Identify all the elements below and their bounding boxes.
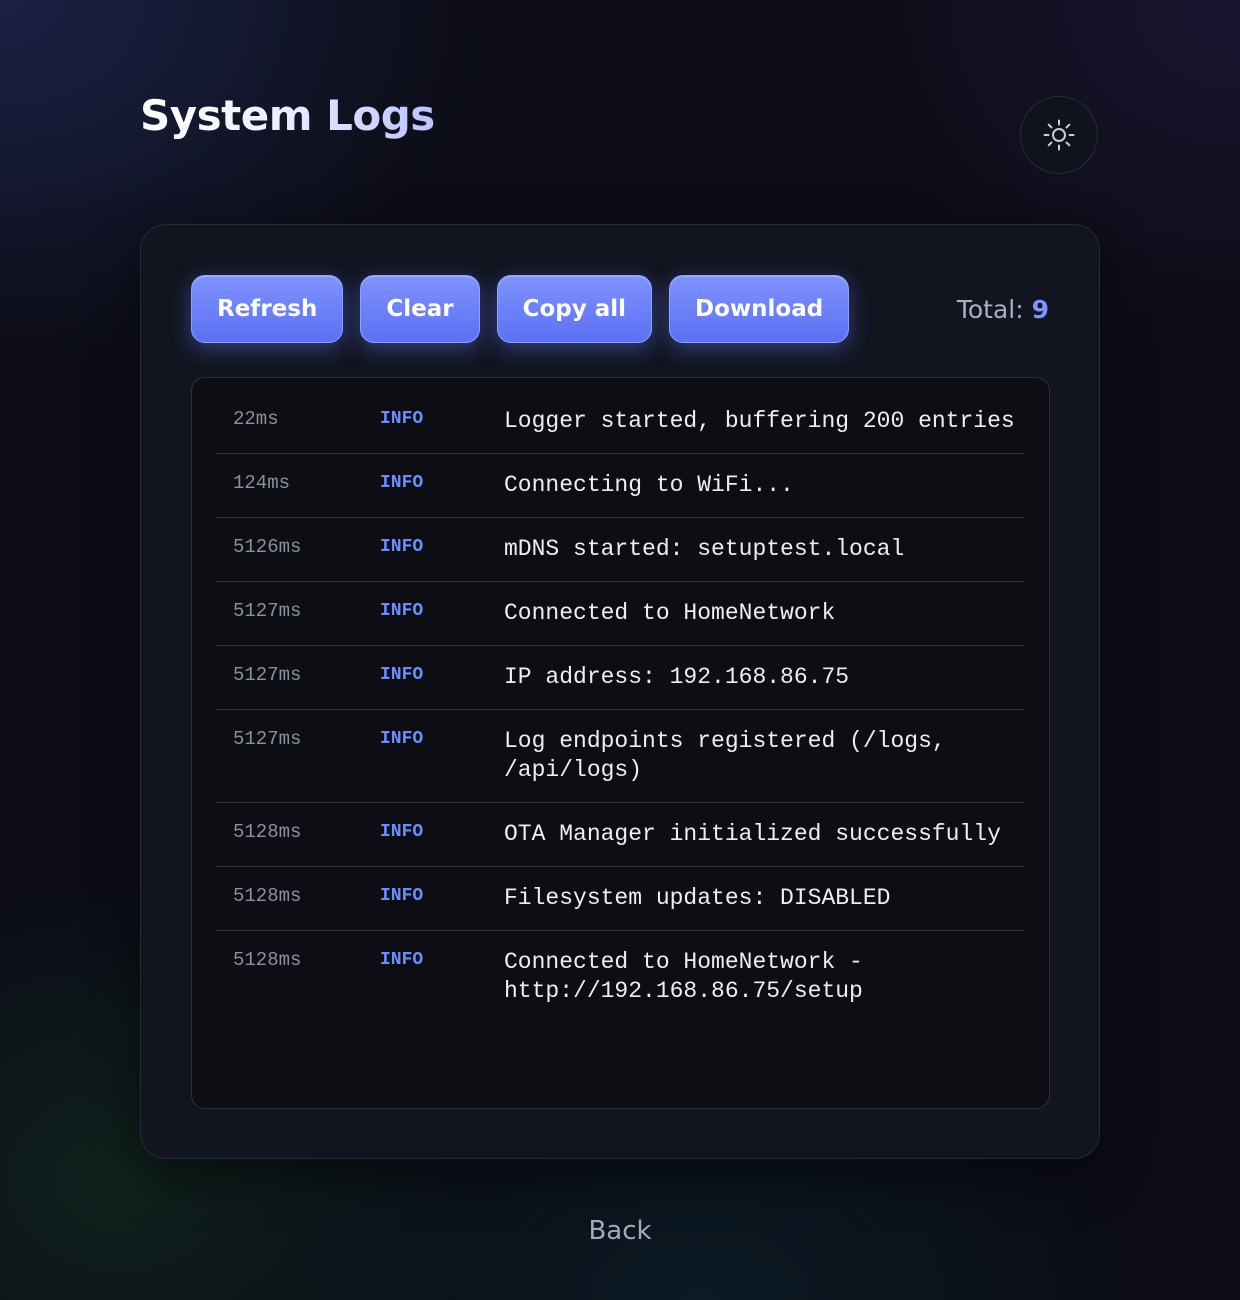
log-row: 5128ms INFO OTA Manager initialized succ… — [216, 803, 1025, 867]
log-message: IP address: 192.168.86.75 — [504, 664, 850, 690]
log-time: 5128ms — [233, 821, 302, 843]
log-row: 124ms INFO Connecting to WiFi... — [216, 454, 1025, 518]
total-counter: Total: 9 — [957, 295, 1049, 324]
log-message: mDNS started: setuptest.local — [504, 536, 905, 562]
log-list: 22ms INFO Logger started, buffering 200 … — [191, 377, 1050, 1109]
log-level: INFO — [380, 822, 424, 842]
log-row: 5128ms INFO Filesystem updates: DISABLED — [216, 867, 1025, 931]
clear-button[interactable]: Clear — [360, 275, 480, 343]
log-level: INFO — [380, 665, 424, 685]
log-level: INFO — [380, 950, 424, 970]
total-count: 9 — [1031, 294, 1049, 324]
sun-icon — [1043, 119, 1075, 151]
log-level: INFO — [380, 409, 424, 429]
log-message: Filesystem updates: DISABLED — [504, 885, 891, 911]
log-message: Logger started, buffering 200 entries — [504, 408, 1015, 434]
log-level: INFO — [380, 537, 424, 557]
log-row: 5127ms INFO IP address: 192.168.86.75 — [216, 646, 1025, 710]
log-level: INFO — [380, 886, 424, 906]
log-message: OTA Manager initialized successfully — [504, 821, 1001, 847]
log-time: 22ms — [233, 408, 279, 430]
log-time: 5127ms — [233, 600, 302, 622]
log-time: 5126ms — [233, 536, 302, 558]
log-time: 5128ms — [233, 885, 302, 907]
log-time: 5128ms — [233, 949, 302, 971]
page-title: System Logs — [140, 88, 435, 144]
log-row: 5127ms INFO Connected to HomeNetwork — [216, 582, 1025, 646]
logs-card: Refresh Clear Copy all Download Total: 9… — [140, 224, 1100, 1159]
log-row: 22ms INFO Logger started, buffering 200 … — [216, 390, 1025, 454]
log-time: 5127ms — [233, 664, 302, 686]
log-level: INFO — [380, 729, 424, 749]
log-row: 5126ms INFO mDNS started: setuptest.loca… — [216, 518, 1025, 582]
copy-all-button[interactable]: Copy all — [496, 275, 652, 343]
log-message: Connected to HomeNetwork - http://192.16… — [504, 949, 863, 1004]
log-level: INFO — [380, 473, 424, 493]
log-message: Connecting to WiFi... — [504, 472, 794, 498]
log-row: 5128ms INFO Connected to HomeNetwork - h… — [216, 931, 1025, 1023]
log-time: 5127ms — [233, 728, 302, 750]
theme-toggle-button[interactable] — [1020, 96, 1098, 174]
log-row: 5127ms INFO Log endpoints registered (/l… — [216, 710, 1025, 803]
log-time: 124ms — [233, 472, 291, 494]
total-label: Total: — [956, 294, 1024, 324]
log-message: Log endpoints registered (/logs, /api/lo… — [504, 728, 946, 783]
refresh-button[interactable]: Refresh — [191, 275, 344, 343]
log-message: Connected to HomeNetwork — [504, 600, 836, 626]
back-link[interactable]: Back — [0, 1216, 1240, 1246]
toolbar: Refresh Clear Copy all Download Total: 9 — [191, 275, 1049, 343]
log-level: INFO — [380, 601, 424, 621]
download-button[interactable]: Download — [669, 275, 850, 343]
